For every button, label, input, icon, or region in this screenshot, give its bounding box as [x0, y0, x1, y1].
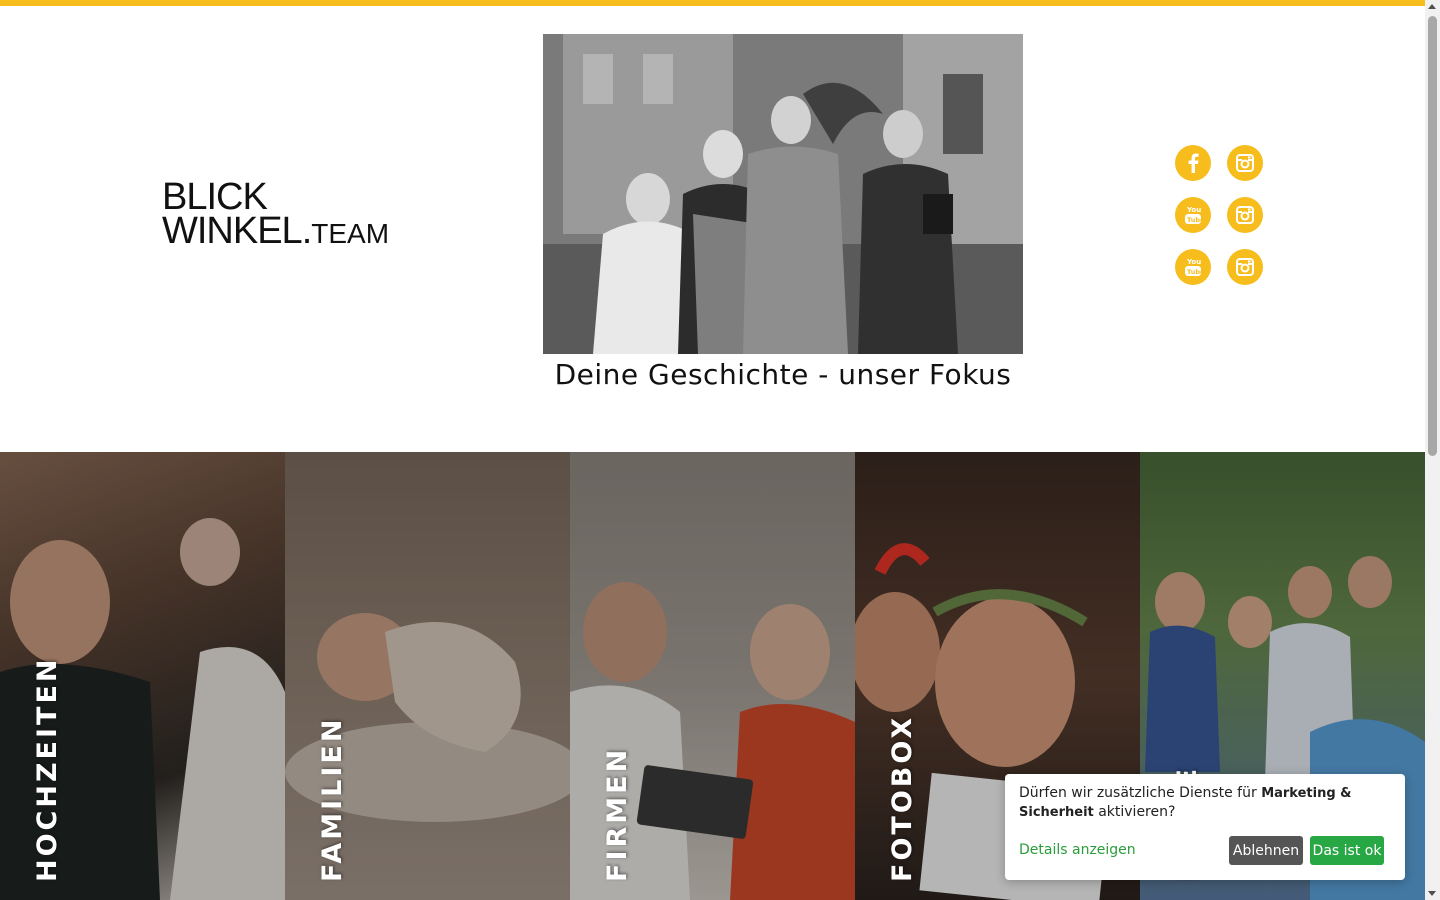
- team-photo: [543, 34, 1023, 354]
- logo-line-2-main: WINKEL.: [162, 210, 312, 252]
- svg-text:You: You: [1186, 206, 1201, 214]
- page-scrollbar[interactable]: [1425, 0, 1440, 900]
- logo-line-1: BLICK: [162, 176, 268, 218]
- tile-hochzeiten[interactable]: HOCHZEITEN: [0, 452, 285, 900]
- scroll-down-icon[interactable]: [1428, 891, 1436, 896]
- hero-tagline: Deine Geschichte - unser Fokus: [554, 358, 1012, 391]
- tile-label-firmen: FIRMEN: [602, 746, 633, 882]
- scroll-up-icon[interactable]: [1428, 4, 1436, 9]
- cookie-accept-button[interactable]: Das ist ok: [1310, 836, 1384, 865]
- youtube-icon[interactable]: You Tube: [1175, 197, 1211, 233]
- cookie-consent-dialog: Dürfen wir zusätzliche Dienste für Marke…: [1005, 774, 1405, 880]
- svg-text:You: You: [1186, 258, 1201, 266]
- svg-text:Tube: Tube: [1187, 216, 1202, 224]
- top-accent-bar: [0, 0, 1425, 6]
- tile-label-familien: FAMILIEN: [317, 716, 348, 882]
- cookie-message: Dürfen wir zusätzliche Dienste für Marke…: [1019, 784, 1395, 822]
- social-links: You Tube You Tube: [1175, 145, 1265, 285]
- site-logo[interactable]: BLICK WINKEL.TEAM: [162, 176, 402, 252]
- tile-firmen[interactable]: FIRMEN: [570, 452, 855, 900]
- logo-line-2: WINKEL.TEAM: [162, 212, 402, 251]
- instagram-icon[interactable]: [1227, 145, 1263, 181]
- tile-label-hochzeiten: HOCHZEITEN: [32, 656, 63, 883]
- instagram-icon[interactable]: [1227, 197, 1263, 233]
- scrollbar-thumb[interactable]: [1428, 16, 1437, 456]
- tile-familien[interactable]: FAMILIEN: [285, 452, 570, 900]
- facebook-icon[interactable]: [1175, 145, 1211, 181]
- tile-label-fotobox: FOTOBOX: [887, 714, 918, 882]
- cookie-message-suffix: aktivieren?: [1093, 804, 1176, 820]
- svg-text:Tube: Tube: [1187, 268, 1202, 276]
- cookie-message-prefix: Dürfen wir zusätzliche Dienste für: [1019, 785, 1262, 801]
- instagram-icon[interactable]: [1227, 249, 1263, 285]
- logo-line-2-suffix: TEAM: [311, 218, 390, 249]
- cookie-details-link[interactable]: Details anzeigen: [1019, 842, 1136, 858]
- youtube-icon[interactable]: You Tube: [1175, 249, 1211, 285]
- cookie-decline-button[interactable]: Ablehnen: [1229, 836, 1303, 865]
